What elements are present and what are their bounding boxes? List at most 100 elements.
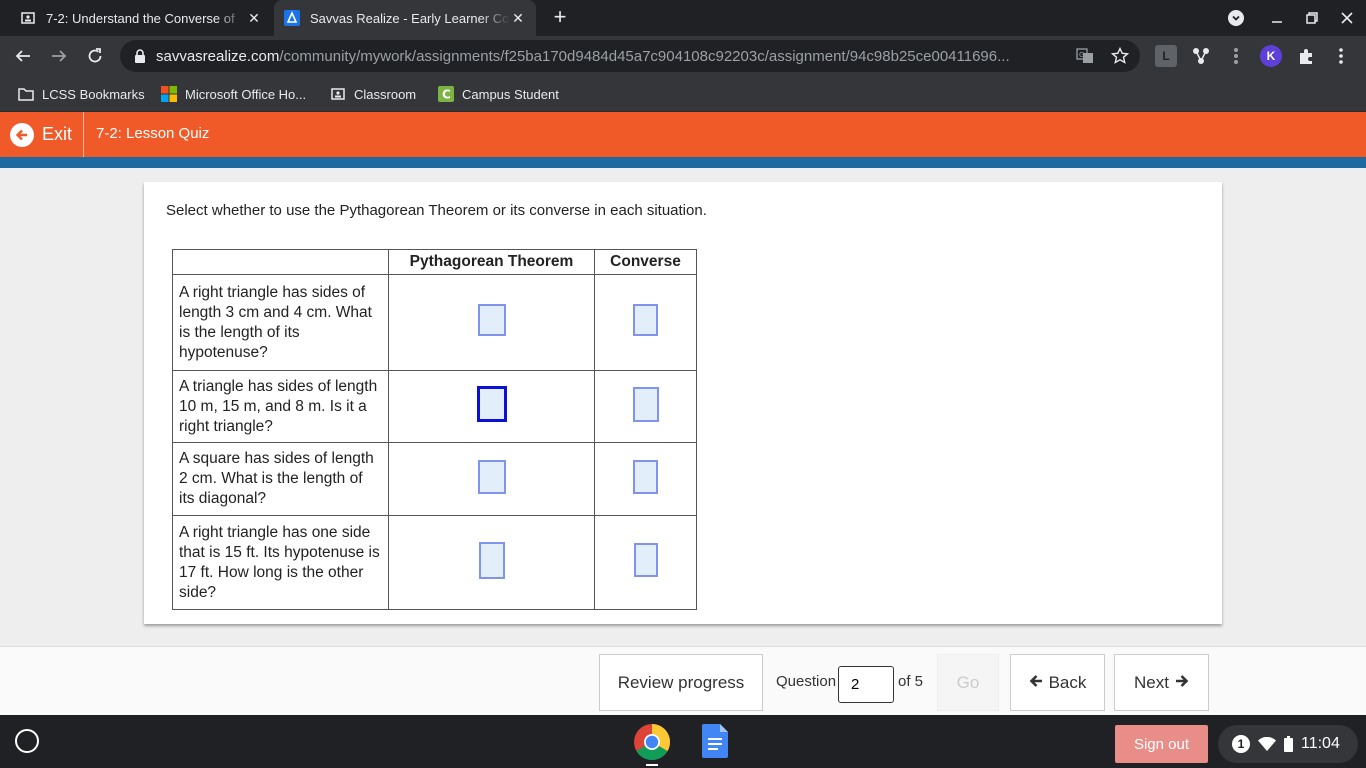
- bookmark-label: Classroom: [354, 86, 417, 102]
- savvas-logo-icon: [284, 10, 300, 26]
- tab-title: Savvas Realize - Early Learner Co: [310, 10, 510, 26]
- go-button[interactable]: Go: [937, 654, 999, 711]
- pythagorean-cell: [388, 442, 595, 516]
- clock-time: 11:04: [1301, 735, 1340, 752]
- bookmarks-bar: LCSS Bookmarks Microsoft Office Ho... Cl…: [0, 76, 1366, 112]
- browser-menu-icon[interactable]: [1330, 45, 1352, 67]
- converse-checkbox[interactable]: [633, 304, 658, 336]
- new-tab-icon[interactable]: +: [548, 6, 572, 30]
- converse-checkbox[interactable]: [633, 459, 658, 494]
- classroom-icon: [20, 10, 36, 26]
- bookmark-label: LCSS Bookmarks: [42, 86, 145, 102]
- reload-icon[interactable]: [82, 43, 108, 69]
- bookmark-microsoft-office[interactable]: Microsoft Office Ho...: [161, 84, 306, 104]
- converse-cell: [594, 515, 697, 610]
- bookmark-star-icon[interactable]: [1107, 43, 1133, 69]
- microsoft-logo-icon: [161, 86, 177, 102]
- pythagorean-cell: [388, 515, 595, 610]
- next-label: Next: [1134, 672, 1169, 692]
- launcher-icon[interactable]: [15, 729, 39, 753]
- question-total: of 5: [898, 673, 924, 690]
- converse-cell: [594, 442, 697, 516]
- status-tray[interactable]: 1 11:04: [1218, 725, 1358, 763]
- docs-app-icon[interactable]: [702, 724, 728, 758]
- table-row: A square has sides of length 2 cm. What …: [172, 442, 697, 516]
- next-button[interactable]: Next: [1114, 654, 1209, 711]
- forward-arrow-icon[interactable]: [46, 43, 72, 69]
- wifi-icon: [1258, 737, 1276, 751]
- back-arrow-icon[interactable]: [10, 43, 36, 69]
- question-number-input[interactable]: 2: [838, 666, 894, 703]
- exit-label: Exit: [42, 124, 73, 144]
- extension-k-icon[interactable]: K: [1260, 45, 1282, 67]
- bookmark-classroom[interactable]: Classroom: [330, 84, 416, 104]
- pythagorean-cell: [388, 370, 595, 443]
- url-text: savvasrealize.com/community/mywork/assig…: [156, 47, 1010, 65]
- close-tab-icon[interactable]: ✕: [510, 10, 526, 26]
- app-header: Exit 7-2: Lesson Quiz: [0, 112, 1366, 157]
- exit-button[interactable]: Exit: [0, 112, 84, 157]
- campus-icon: C: [438, 86, 454, 102]
- os-shelf: Sign out 1 11:04: [0, 715, 1366, 768]
- converse-cell: [594, 370, 697, 443]
- notification-badge: 1: [1232, 735, 1250, 753]
- minimize-icon[interactable]: [1265, 6, 1289, 30]
- column-header-pythagorean: Pythagorean Theorem: [388, 249, 595, 275]
- situation-text: A right triangle has one side that is 15…: [172, 515, 389, 610]
- extensions-puzzle-icon[interactable]: [1295, 45, 1317, 67]
- table-row: A right triangle has one side that is 15…: [172, 515, 697, 610]
- pythagorean-checkbox[interactable]: [476, 386, 507, 422]
- question-label: Question: [776, 673, 837, 690]
- extension-accessibility-icon[interactable]: [1225, 45, 1247, 67]
- column-header-converse: Converse: [594, 249, 697, 275]
- extension-l-icon[interactable]: L: [1155, 45, 1177, 67]
- pythagorean-cell: [388, 274, 595, 371]
- situation-text: A square has sides of length 2 cm. What …: [172, 442, 389, 516]
- arrow-left-icon: [1029, 673, 1043, 693]
- address-bar[interactable]: savvasrealize.com/community/mywork/assig…: [120, 40, 1140, 72]
- close-window-icon[interactable]: [1335, 6, 1359, 30]
- table-row: A triangle has sides of length 10 m, 15 …: [172, 370, 697, 443]
- svg-text:C: C: [442, 88, 451, 102]
- converse-checkbox[interactable]: [633, 543, 658, 577]
- translate-icon[interactable]: G: [1072, 43, 1098, 69]
- bookmark-label: Campus Student: [462, 86, 559, 102]
- question-card: Select whether to use the Pythagorean Th…: [144, 182, 1222, 624]
- question-prompt: Select whether to use the Pythagorean Th…: [166, 202, 707, 219]
- pythagorean-checkbox[interactable]: [477, 304, 506, 336]
- arrow-left-circle-icon: [10, 122, 34, 147]
- bookmark-lcss[interactable]: LCSS Bookmarks: [18, 84, 145, 104]
- tab-search-icon[interactable]: [1224, 6, 1248, 30]
- battery-icon: [1284, 736, 1293, 752]
- back-button[interactable]: Back: [1010, 654, 1105, 711]
- review-progress-button[interactable]: Review progress: [599, 654, 763, 711]
- situation-text: A right triangle has sides of length 3 c…: [172, 274, 389, 371]
- running-indicator: [646, 764, 658, 766]
- pythagorean-checkbox[interactable]: [477, 459, 506, 494]
- tab-title: 7-2: Understand the Converse of: [46, 10, 235, 26]
- answer-table: Pythagorean Theorem Converse A right tri…: [172, 249, 697, 610]
- extension-network-icon[interactable]: [1190, 45, 1212, 67]
- question-navigation: Review progress Question 2 of 5 Go Back …: [0, 646, 1366, 715]
- browser-tab-strip: 7-2: Understand the Converse of ✕ Savvas…: [0, 0, 1366, 36]
- browser-tab-savvas-realize[interactable]: Savvas Realize - Early Learner Co ✕: [274, 0, 536, 36]
- quiz-title: 7-2: Lesson Quiz: [96, 125, 210, 142]
- chrome-app-icon[interactable]: [633, 723, 671, 761]
- table-row: A right triangle has sides of length 3 c…: [172, 274, 697, 371]
- svg-text:G: G: [1079, 51, 1084, 59]
- lock-icon: [134, 49, 146, 63]
- bookmark-campus-student[interactable]: C Campus Student: [438, 84, 559, 104]
- converse-checkbox[interactable]: [632, 386, 659, 422]
- sign-out-button[interactable]: Sign out: [1115, 725, 1208, 763]
- pythagorean-checkbox[interactable]: [478, 541, 505, 579]
- classroom-icon: [330, 86, 346, 102]
- browser-tab-understand-converse[interactable]: 7-2: Understand the Converse of ✕: [10, 0, 272, 36]
- situation-text: A triangle has sides of length 10 m, 15 …: [172, 370, 389, 443]
- converse-cell: [594, 274, 697, 371]
- column-header-situation: [172, 249, 389, 275]
- header-accent-bar: [0, 157, 1366, 168]
- arrow-right-icon: [1175, 673, 1189, 693]
- close-tab-icon[interactable]: ✕: [246, 10, 262, 26]
- restore-icon[interactable]: [1300, 6, 1324, 30]
- browser-toolbar: savvasrealize.com/community/mywork/assig…: [0, 36, 1366, 76]
